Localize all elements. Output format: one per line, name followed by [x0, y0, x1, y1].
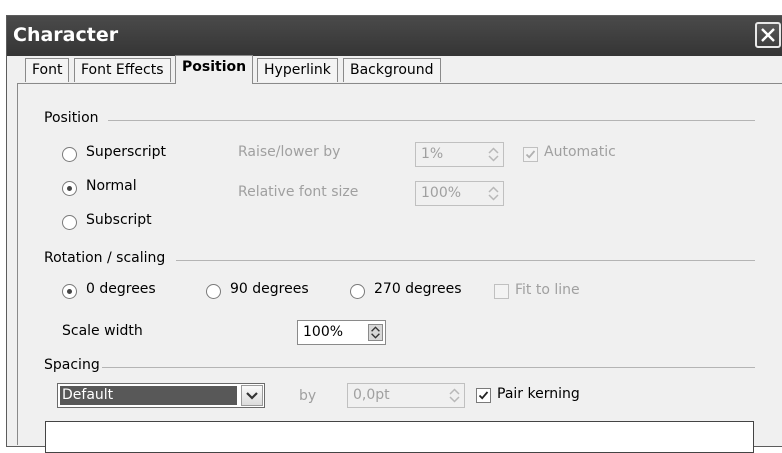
close-button[interactable]	[755, 22, 781, 48]
spacing-by-spinbox[interactable]: 0,0pt	[347, 383, 465, 408]
relative-size-value: 100%	[421, 185, 462, 201]
spacing-by-value: 0,0pt	[353, 387, 390, 403]
spacing-mode-value: Default	[60, 386, 237, 405]
scale-width-label: Scale width	[62, 323, 143, 339]
spacing-mode-combo[interactable]: Default	[57, 383, 265, 408]
automatic-label: Automatic	[544, 144, 616, 160]
scale-width-spinbox[interactable]: 100%	[297, 320, 386, 345]
raise-lower-value: 1%	[421, 146, 444, 162]
rotation-group-label: Rotation / scaling	[44, 250, 166, 266]
spacing-group-label: Spacing	[44, 357, 100, 373]
relative-size-spinbox[interactable]: 100%	[415, 181, 504, 206]
deg90-radio[interactable]	[206, 284, 221, 299]
spacing-by-label: by	[299, 388, 317, 404]
deg270-radio[interactable]	[350, 284, 365, 299]
pair-kerning-checkbox[interactable]	[476, 388, 491, 403]
tab-font[interactable]: Font	[25, 58, 70, 82]
subscript-radio[interactable]	[62, 215, 77, 230]
title-bar[interactable]: Character	[7, 16, 782, 56]
chevron-down-icon	[246, 392, 258, 400]
relative-size-label: Relative font size	[238, 184, 359, 200]
preview-box	[45, 421, 754, 453]
raise-lower-label: Raise/lower by	[238, 144, 341, 160]
subscript-label[interactable]: Subscript	[86, 212, 152, 228]
deg270-label[interactable]: 270 degrees	[374, 281, 462, 297]
normal-label[interactable]: Normal	[86, 178, 137, 194]
deg0-radio[interactable]	[62, 284, 77, 299]
checkmark-icon	[525, 150, 536, 159]
position-group-label: Position	[44, 110, 99, 126]
deg0-label[interactable]: 0 degrees	[86, 281, 156, 297]
tab-position[interactable]: Position	[175, 55, 254, 84]
deg90-label[interactable]: 90 degrees	[230, 281, 309, 297]
superscript-radio[interactable]	[62, 147, 77, 162]
spin-arrows-icon	[449, 388, 460, 403]
normal-radio[interactable]	[62, 181, 77, 196]
rotation-group-line	[176, 260, 755, 261]
spin-arrows-icon[interactable]	[368, 324, 383, 341]
fit-to-line-checkbox[interactable]	[494, 284, 509, 299]
tab-hyperlink[interactable]: Hyperlink	[257, 58, 338, 82]
spin-arrows-icon	[488, 186, 499, 201]
spin-arrows-icon	[488, 147, 499, 162]
checkmark-icon	[478, 391, 489, 400]
tab-background[interactable]: Background	[343, 58, 441, 82]
close-icon	[761, 28, 775, 42]
tab-font-effects[interactable]: Font Effects	[74, 58, 171, 82]
superscript-label[interactable]: Superscript	[86, 144, 166, 160]
dialog-title: Character	[13, 24, 119, 46]
fit-to-line-label: Fit to line	[515, 282, 580, 298]
spacing-mode-dropdown-button[interactable]	[241, 385, 263, 406]
pair-kerning-label[interactable]: Pair kerning	[497, 386, 580, 402]
raise-lower-spinbox[interactable]: 1%	[415, 142, 504, 167]
spacing-group-line	[102, 367, 755, 368]
automatic-checkbox[interactable]	[523, 147, 538, 162]
scale-width-value: 100%	[303, 324, 344, 340]
position-group-line	[108, 120, 755, 121]
